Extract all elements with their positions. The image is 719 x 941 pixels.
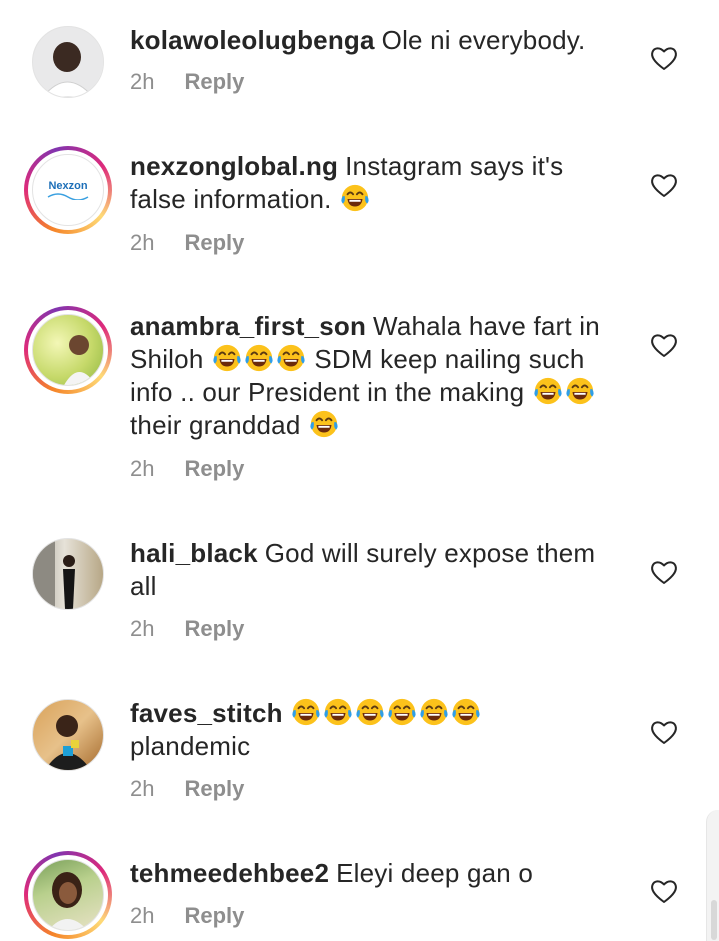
heart-outline-icon[interactable]: [650, 719, 678, 745]
comment-username[interactable]: kolawoleolugbenga: [130, 25, 375, 55]
comment-meta: 2h Reply: [130, 614, 244, 644]
tears-of-joy-emoji-icon: [387, 697, 417, 727]
tears-of-joy-emoji-icon: [533, 376, 563, 406]
avatar[interactable]: Nexzon: [24, 146, 112, 234]
heart-outline-icon[interactable]: [650, 878, 678, 904]
comment-meta: 2h Reply: [130, 454, 244, 484]
comment-username[interactable]: tehmeedehbee2: [130, 858, 329, 888]
comment-username[interactable]: hali_black: [130, 538, 258, 568]
comment-body: Ole ni everybody.: [381, 25, 586, 55]
reply-button[interactable]: Reply: [184, 230, 244, 255]
comment-body: their granddad: [130, 410, 301, 440]
comment-time: 2h: [130, 69, 155, 94]
tears-of-joy-emoji-icon: [244, 343, 274, 373]
avatar[interactable]: [32, 699, 104, 771]
tears-of-joy-emoji-icon: [309, 409, 339, 439]
tears-of-joy-emoji-icon: [419, 697, 449, 727]
heart-outline-icon[interactable]: [650, 45, 678, 71]
tears-of-joy-emoji-icon: [565, 376, 595, 406]
comment-text: faves_stitch plandemic: [130, 697, 620, 763]
comment-time: 2h: [130, 456, 155, 481]
reply-button[interactable]: Reply: [184, 616, 244, 641]
heart-outline-icon[interactable]: [650, 172, 678, 198]
reply-button[interactable]: Reply: [184, 69, 244, 94]
avatar[interactable]: [24, 851, 112, 939]
nexzon-logo-text: Nexzon: [48, 180, 88, 192]
tears-of-joy-emoji-icon: [340, 183, 370, 213]
scrollbar[interactable]: [706, 810, 719, 941]
comment-meta: 2h Reply: [130, 228, 244, 258]
tears-of-joy-emoji-icon: [323, 697, 353, 727]
tears-of-joy-emoji-icon: [291, 697, 321, 727]
scrollbar-thumb[interactable]: [711, 900, 717, 940]
comment-text: kolawoleolugbenga Ole ni everybody.: [130, 24, 620, 57]
heart-outline-icon[interactable]: [650, 332, 678, 358]
comment-username[interactable]: anambra_first_son: [130, 311, 366, 341]
comment-text: nexzonglobal.ng Instagram says it's false…: [130, 150, 620, 216]
heart-outline-icon[interactable]: [650, 559, 678, 585]
comment-meta: 2h Reply: [130, 901, 244, 931]
comment-username[interactable]: nexzonglobal.ng: [130, 151, 338, 181]
comment-username[interactable]: faves_stitch: [130, 698, 283, 728]
avatar[interactable]: [32, 26, 104, 98]
avatar[interactable]: [24, 306, 112, 394]
comment-time: 2h: [130, 616, 155, 641]
wave-logo-icon: [47, 193, 89, 200]
comment-meta: 2h Reply: [130, 67, 244, 97]
reply-button[interactable]: Reply: [184, 903, 244, 928]
reply-button[interactable]: Reply: [184, 776, 244, 801]
comment-time: 2h: [130, 230, 155, 255]
comment-text: hali_black God will surely expose them al…: [130, 537, 620, 603]
comment-time: 2h: [130, 776, 155, 801]
comment-text: anambra_first_son Wahala have fart in Shi…: [130, 310, 620, 442]
comment-body: plandemic: [130, 731, 251, 761]
tears-of-joy-emoji-icon: [451, 697, 481, 727]
comment-time: 2h: [130, 903, 155, 928]
tears-of-joy-emoji-icon: [276, 343, 306, 373]
avatar[interactable]: [32, 538, 104, 610]
comment-body: Eleyi deep gan o: [336, 858, 534, 888]
comment-text: tehmeedehbee2 Eleyi deep gan o: [130, 857, 620, 890]
tears-of-joy-emoji-icon: [212, 343, 242, 373]
reply-button[interactable]: Reply: [184, 456, 244, 481]
comment-meta: 2h Reply: [130, 774, 244, 804]
tears-of-joy-emoji-icon: [355, 697, 385, 727]
